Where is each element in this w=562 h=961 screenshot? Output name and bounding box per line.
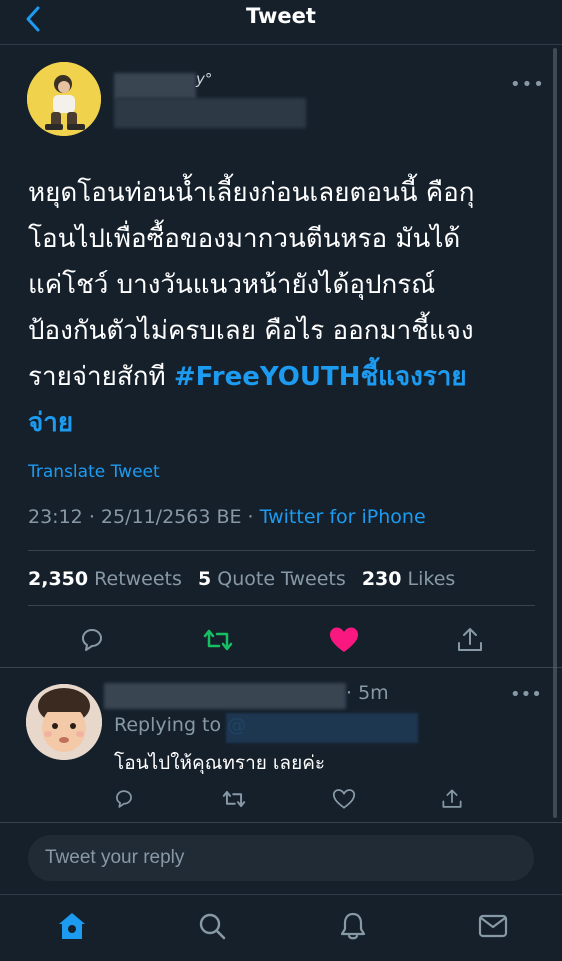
author-handle-redacted <box>114 98 306 128</box>
tweet-text: หยุดโอนท่อนน้ำเลี้ยงก่อนเลยตอนนี้ คือกุ … <box>28 170 538 446</box>
meta-separator: · <box>247 506 254 528</box>
author-name-tail: y° <box>196 70 213 88</box>
reply-avatar[interactable] <box>26 684 102 760</box>
search-icon[interactable] <box>197 911 227 941</box>
tweet-text-line: ป้องกันตัวไม่ครบเลย คือไร ออกมาชี้แจง <box>28 316 474 346</box>
replying-handle-redacted <box>226 713 418 743</box>
reply-like-icon[interactable] <box>332 788 356 810</box>
like-heart-icon[interactable] <box>329 626 359 654</box>
engagement-stats: 2,350 Retweets 5 Quote Tweets 230 Likes <box>28 568 455 590</box>
divider <box>28 605 535 606</box>
reply-timestamp: · 5m <box>346 682 389 704</box>
notifications-icon[interactable] <box>338 911 368 941</box>
tweet-time: 23:12 <box>28 506 83 528</box>
retweets-count: 2,350 <box>28 568 89 590</box>
tweet-date: 25/11/2563 BE <box>100 506 242 528</box>
reply-author-redacted <box>104 683 346 709</box>
tweet-text-line: แค่โชว์ บางวันแนวหน้ายังได้อุปกรณ์ <box>28 270 436 300</box>
retweet-icon[interactable] <box>202 626 234 654</box>
tweet-text-line: หยุดโอนท่อนน้ำเลี้ยงก่อนเลยตอนนี้ คือกุ <box>28 178 475 208</box>
reply-more-options-icon[interactable]: ••• <box>510 684 542 705</box>
more-options-icon[interactable]: ••• <box>510 74 545 95</box>
reply-compose-box[interactable] <box>28 835 534 881</box>
likes-stat[interactable]: 230 Likes <box>362 568 456 590</box>
reply-reply-icon[interactable] <box>113 788 135 810</box>
divider <box>28 550 535 551</box>
quote-tweets-stat[interactable]: 5 Quote Tweets <box>198 568 346 590</box>
avatar[interactable] <box>27 62 101 136</box>
divider <box>0 822 562 823</box>
reply-text: โอนไปให้คุณทราย เลยค่ะ <box>114 752 326 774</box>
scrollbar[interactable] <box>553 48 557 818</box>
reply-input[interactable] <box>28 835 505 881</box>
tweet-text-line: โอนไปเพื่อซื้อของมากวนตีนหรอ มันได้ <box>28 224 461 254</box>
likes-label: Likes <box>407 568 456 590</box>
messages-icon[interactable] <box>478 911 508 941</box>
tweet-text-segment: รายจ่ายสักที <box>28 362 174 392</box>
retweets-label: Retweets <box>94 568 182 590</box>
replying-to-label: Replying to <box>114 714 222 736</box>
meta-separator: · <box>88 506 95 528</box>
quotes-count: 5 <box>197 568 212 590</box>
tweet-text-line: จ่าย <box>28 400 538 446</box>
page-title: Tweet <box>246 4 316 28</box>
quotes-label: Quote Tweets <box>217 568 346 590</box>
divider <box>0 667 562 668</box>
reply-share-icon[interactable] <box>441 788 463 810</box>
hashtag-link-continued[interactable]: จ่าย <box>28 408 73 438</box>
translate-tweet-link[interactable]: Translate Tweet <box>28 462 160 482</box>
retweets-stat[interactable]: 2,350 Retweets <box>28 568 182 590</box>
reply-retweet-icon[interactable] <box>221 788 247 810</box>
tweet-source-link[interactable]: Twitter for iPhone <box>260 506 426 528</box>
author-name-redacted <box>114 73 196 99</box>
home-icon[interactable] <box>57 911 87 941</box>
share-icon[interactable] <box>456 626 484 654</box>
reply-icon[interactable] <box>78 626 106 654</box>
likes-count: 230 <box>361 568 402 590</box>
tweet-metadata: 23:12 · 25/11/2563 BE · Twitter for iPho… <box>28 506 426 528</box>
tweet-text-line: รายจ่ายสักที #FreeYOUTHชี้แจงราย <box>28 354 538 400</box>
hashtag-link[interactable]: #FreeYOUTHชี้แจงราย <box>174 362 467 392</box>
